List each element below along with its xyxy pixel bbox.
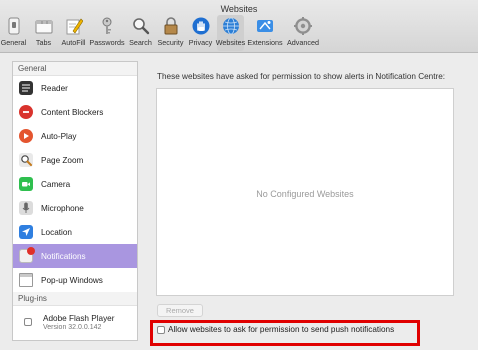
key-icon xyxy=(97,16,117,36)
sidebar-item-content-blockers[interactable]: Content Blockers xyxy=(13,100,137,124)
toolbar-websites[interactable]: Websites xyxy=(215,15,246,51)
allow-push-checkbox[interactable] xyxy=(157,325,165,334)
websites-list[interactable]: No Configured Websites xyxy=(156,88,454,296)
toolbar-label: Websites xyxy=(215,38,246,47)
toolbar-tabs[interactable]: Tabs xyxy=(30,15,57,51)
sidebar-item-location[interactable]: Location xyxy=(13,220,137,244)
general-switch-icon xyxy=(4,16,24,36)
preferences-toolbar: General Tabs AutoFill Passwords Search S… xyxy=(0,15,323,51)
toolbar-label: Advanced xyxy=(287,38,319,47)
sidebar-item-label: Pop-up Windows xyxy=(41,275,103,285)
padlock-icon xyxy=(161,16,181,36)
popup-window-icon xyxy=(19,273,33,287)
empty-state-text: No Configured Websites xyxy=(256,189,354,199)
play-icon xyxy=(19,129,33,143)
content-blockers-icon xyxy=(19,105,33,119)
toolbar-label: AutoFill xyxy=(61,38,86,47)
toolbar-label: Passwords xyxy=(89,38,125,47)
plugin-name: Adobe Flash Player xyxy=(43,313,115,323)
sidebar-item-page-zoom[interactable]: Page Zoom xyxy=(13,148,137,172)
sidebar-plugins-header: Plug-ins xyxy=(13,292,137,306)
sidebar-general-header: General xyxy=(13,62,137,76)
location-arrow-icon xyxy=(19,225,33,239)
toolbar-security[interactable]: Security xyxy=(157,15,184,51)
toolbar-label: General xyxy=(0,38,27,47)
toolbar-extensions[interactable]: Extensions xyxy=(247,15,283,51)
toolbar-label: Privacy xyxy=(188,38,213,47)
puzzle-icon xyxy=(255,16,275,36)
sidebar-item-camera[interactable]: Camera xyxy=(13,172,137,196)
sidebar-item-auto-play[interactable]: Auto-Play xyxy=(13,124,137,148)
zoom-icon xyxy=(19,153,33,167)
camera-icon xyxy=(19,177,33,191)
plugin-item-flash: Adobe Flash Player Version 32.0.0.142 xyxy=(13,306,137,338)
plugin-enable-checkbox[interactable] xyxy=(24,318,32,326)
magnifier-icon xyxy=(131,16,151,36)
sidebar-item-notifications[interactable]: Notifications xyxy=(13,244,137,268)
toolbar-passwords[interactable]: Passwords xyxy=(89,15,125,51)
microphone-icon xyxy=(19,201,33,215)
toolbar-advanced[interactable]: Advanced xyxy=(286,15,320,51)
toolbar-label: Search xyxy=(129,38,152,47)
sidebar-item-label: Auto-Play xyxy=(41,131,77,141)
sidebar-item-label: Microphone xyxy=(41,203,84,213)
sidebar-item-label: Location xyxy=(41,227,72,237)
globe-icon xyxy=(221,16,241,36)
toolbar-label: Security xyxy=(157,38,184,47)
title-bar: Websites General Tabs AutoFill Passwords xyxy=(0,0,478,53)
allow-push-label: Allow websites to ask for permission to … xyxy=(168,325,395,334)
notifications-icon xyxy=(19,247,35,263)
remove-button[interactable]: Remove xyxy=(157,304,203,317)
sidebar-item-label: Content Blockers xyxy=(41,107,104,117)
autofill-pencil-icon xyxy=(64,16,84,36)
window-title: Websites xyxy=(220,4,258,14)
sidebar-item-label: Reader xyxy=(41,83,68,93)
permission-description: These websites have asked for permission… xyxy=(157,72,446,81)
allow-push-option[interactable]: Allow websites to ask for permission to … xyxy=(157,325,394,334)
toolbar-label: Tabs xyxy=(35,38,52,47)
toolbar-autofill[interactable]: AutoFill xyxy=(60,15,87,51)
sidebar-item-microphone[interactable]: Microphone xyxy=(13,196,137,220)
gear-icon xyxy=(293,16,313,36)
sidebar-item-label: Page Zoom xyxy=(41,155,84,165)
sidebar-item-label: Notifications xyxy=(41,251,86,261)
plugin-version: Version 32.0.0.142 xyxy=(43,323,102,331)
plugin-text: Adobe Flash Player Version 32.0.0.142 xyxy=(43,314,114,331)
toolbar-privacy[interactable]: Privacy xyxy=(187,15,214,51)
tabs-icon xyxy=(34,16,54,36)
websites-sidebar: General Reader Content Blockers Auto-Pla… xyxy=(12,61,138,341)
toolbar-general[interactable]: General xyxy=(0,15,27,51)
sidebar-item-label: Camera xyxy=(41,179,71,189)
sidebar-item-popup-windows[interactable]: Pop-up Windows xyxy=(13,268,137,292)
toolbar-label: Extensions xyxy=(247,38,283,47)
toolbar-search[interactable]: Search xyxy=(127,15,154,51)
sidebar-item-reader[interactable]: Reader xyxy=(13,76,137,100)
hand-icon xyxy=(191,16,211,36)
reader-icon xyxy=(19,81,33,95)
